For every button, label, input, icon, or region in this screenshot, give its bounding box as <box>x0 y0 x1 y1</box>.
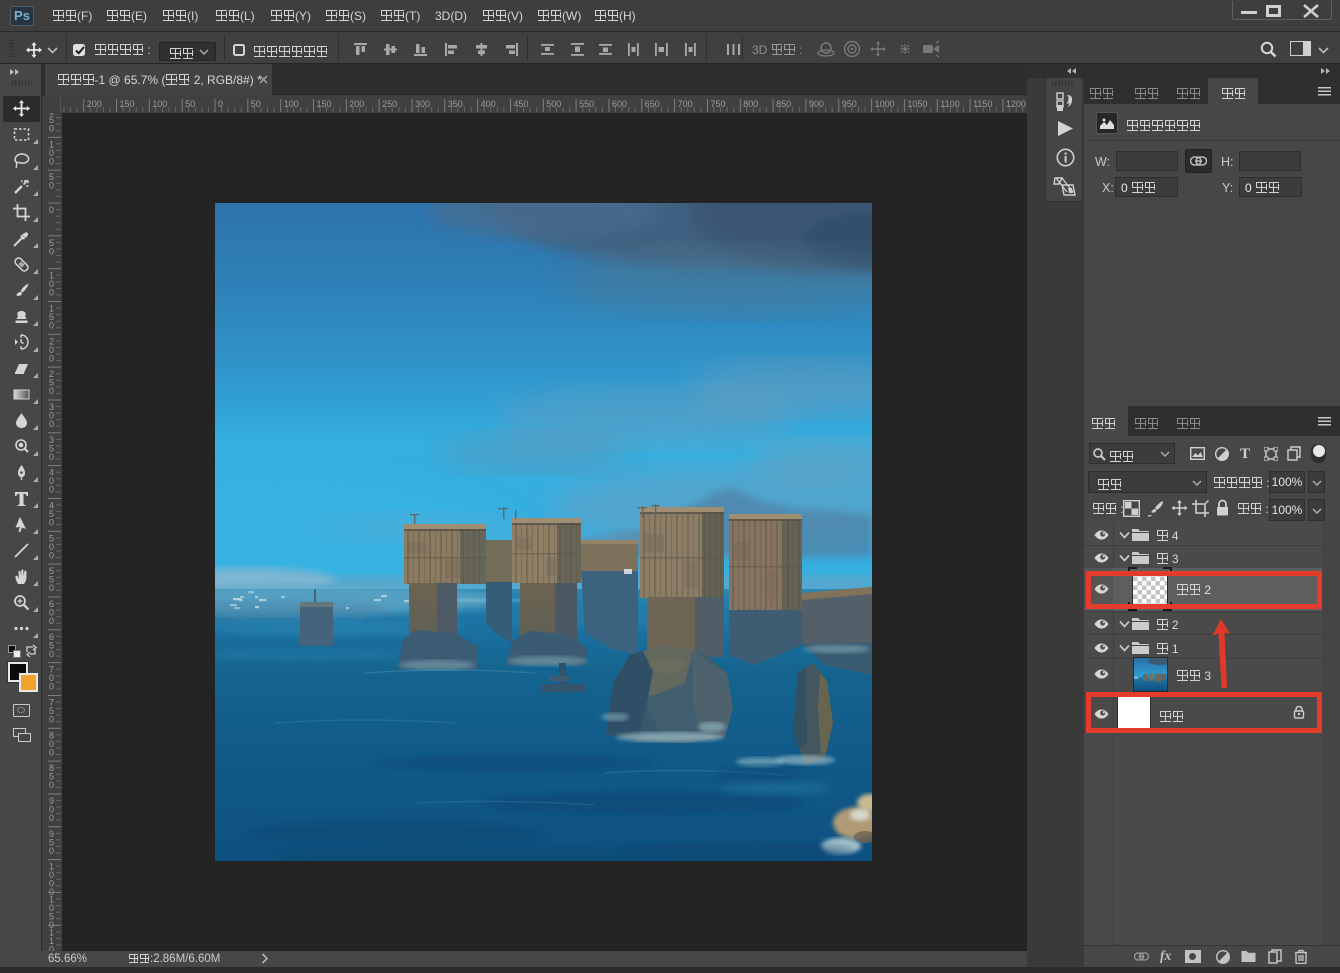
svg-text:0: 0 <box>49 386 54 396</box>
svg-text:900: 900 <box>809 99 824 109</box>
svg-text:600: 600 <box>612 99 627 109</box>
svg-text:850: 850 <box>776 99 791 109</box>
svg-text:0: 0 <box>49 649 54 659</box>
svg-text:0: 0 <box>49 452 54 462</box>
svg-text:450: 450 <box>514 99 529 109</box>
svg-text:800: 800 <box>743 99 758 109</box>
svg-text:150: 150 <box>317 99 332 109</box>
svg-text:0: 0 <box>49 813 54 823</box>
svg-text:200: 200 <box>87 99 102 109</box>
svg-text:0: 0 <box>49 246 54 256</box>
svg-text:0: 0 <box>49 780 54 790</box>
svg-text:0: 0 <box>49 485 54 495</box>
svg-text:550: 550 <box>579 99 594 109</box>
svg-text:0: 0 <box>49 550 54 560</box>
svg-text:0: 0 <box>49 715 54 725</box>
svg-text:50: 50 <box>185 99 195 109</box>
svg-text:250: 250 <box>382 99 397 109</box>
svg-text:400: 400 <box>481 99 496 109</box>
svg-text:950: 950 <box>842 99 857 109</box>
svg-text:150: 150 <box>120 99 135 109</box>
svg-text:50: 50 <box>251 99 261 109</box>
svg-text:0: 0 <box>49 518 54 528</box>
svg-text:0: 0 <box>49 124 54 134</box>
svg-text:700: 700 <box>678 99 693 109</box>
svg-text:0: 0 <box>49 353 54 363</box>
svg-text:350: 350 <box>448 99 463 109</box>
svg-text:0: 0 <box>49 205 54 215</box>
svg-text:650: 650 <box>645 99 660 109</box>
svg-text:0: 0 <box>49 583 54 593</box>
svg-text:0: 0 <box>49 846 54 856</box>
svg-text:0: 0 <box>218 99 223 109</box>
svg-text:0: 0 <box>49 288 54 298</box>
svg-text:0: 0 <box>49 321 54 331</box>
svg-text:200: 200 <box>349 99 364 109</box>
svg-text:750: 750 <box>711 99 726 109</box>
svg-text:0: 0 <box>49 419 54 429</box>
svg-text:500: 500 <box>546 99 561 109</box>
svg-text:0: 0 <box>49 682 54 692</box>
svg-text:100: 100 <box>152 99 167 109</box>
svg-text:0: 0 <box>49 944 54 951</box>
svg-text:0: 0 <box>49 181 54 191</box>
svg-text:0: 0 <box>49 156 54 166</box>
svg-text:0: 0 <box>49 747 54 757</box>
svg-text:300: 300 <box>415 99 430 109</box>
svg-text:100: 100 <box>284 99 299 109</box>
svg-text:0: 0 <box>49 616 54 626</box>
